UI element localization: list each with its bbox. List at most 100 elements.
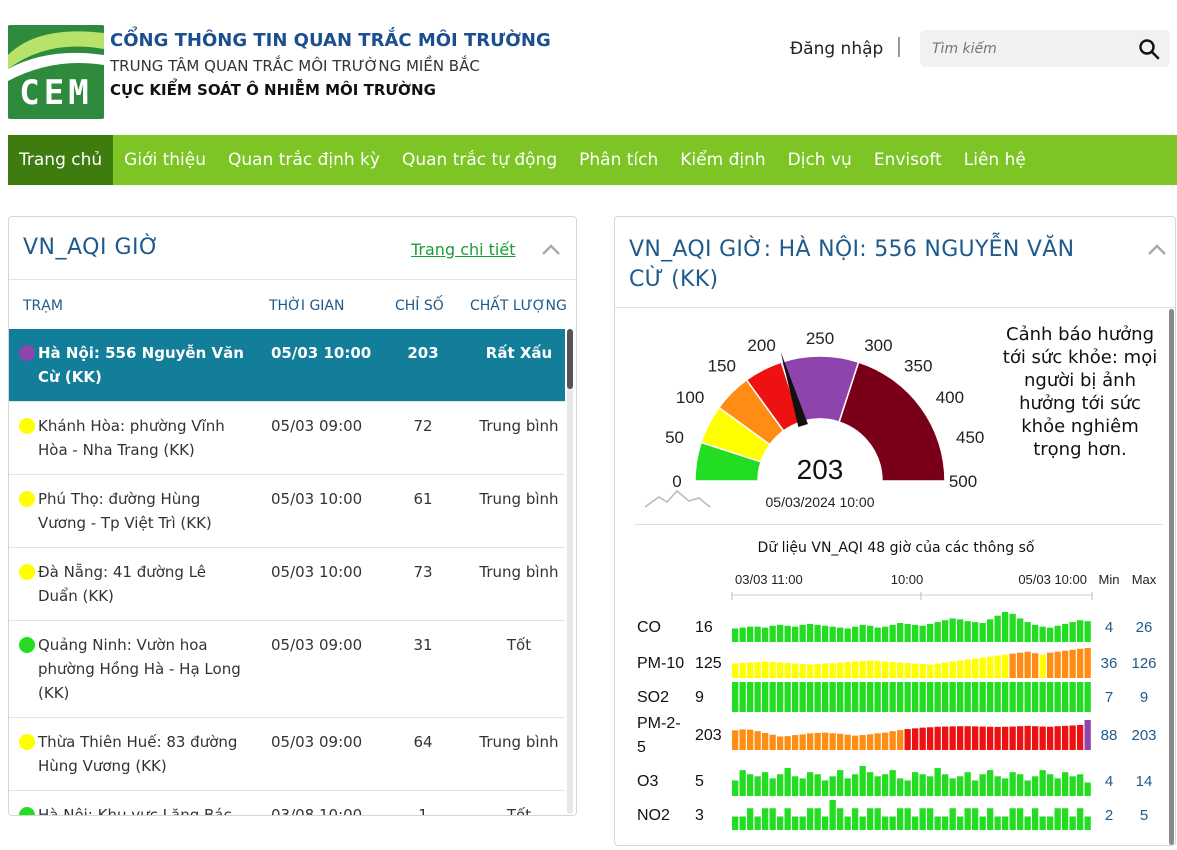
collapse-chevron-up-icon[interactable] — [541, 244, 561, 256]
aqi-bar[interactable] — [859, 682, 866, 712]
aqi-bar[interactable] — [1077, 724, 1084, 750]
aqi-bar[interactable] — [949, 661, 956, 678]
aqi-bar[interactable] — [904, 623, 911, 642]
aqi-bar[interactable] — [934, 622, 941, 642]
aqi-bar[interactable] — [987, 808, 994, 830]
aqi-bar[interactable] — [762, 808, 769, 830]
aqi-bar[interactable] — [889, 662, 896, 678]
aqi-bar[interactable] — [739, 770, 746, 796]
aqi-bar[interactable] — [912, 816, 919, 831]
aqi-bar[interactable] — [904, 808, 911, 830]
aqi-bar[interactable] — [747, 662, 754, 678]
aqi-bar[interactable] — [867, 682, 874, 712]
aqi-bar[interactable] — [919, 625, 926, 642]
aqi-bar[interactable] — [1024, 622, 1031, 642]
aqi-bar[interactable] — [874, 776, 881, 796]
aqi-bar[interactable] — [747, 626, 754, 642]
aqi-bar[interactable] — [852, 682, 859, 712]
aqi-bar[interactable] — [979, 623, 986, 642]
aqi-bar[interactable] — [957, 619, 964, 642]
aqi-bar[interactable] — [964, 621, 971, 642]
aqi-bar[interactable] — [814, 664, 821, 678]
aqi-bar[interactable] — [814, 774, 821, 796]
aqi-bar[interactable] — [777, 736, 784, 751]
aqi-bar[interactable] — [912, 772, 919, 796]
aqi-bar[interactable] — [1039, 816, 1046, 831]
aqi-bar[interactable] — [799, 624, 806, 642]
aqi-bar[interactable] — [889, 770, 896, 796]
aqi-bar[interactable] — [904, 682, 911, 712]
aqi-bar[interactable] — [807, 682, 814, 712]
aqi-bar[interactable] — [934, 682, 941, 712]
aqi-bar[interactable] — [882, 816, 889, 831]
aqi-bar[interactable] — [777, 816, 784, 831]
aqi-bar[interactable] — [964, 808, 971, 830]
table-row[interactable]: Phú Thọ: đường Hùng Vương - Tp Việt Trì … — [9, 475, 565, 548]
aqi-bar[interactable] — [987, 682, 994, 712]
aqi-bar[interactable] — [1002, 654, 1009, 678]
aqi-bar[interactable] — [1054, 682, 1061, 712]
detail-page-link[interactable]: Trang chi tiết — [411, 240, 516, 259]
aqi-bar[interactable] — [949, 808, 956, 830]
aqi-bar[interactable] — [754, 816, 761, 831]
aqi-bar[interactable] — [957, 816, 964, 831]
aqi-bar[interactable] — [844, 778, 851, 796]
aqi-bar[interactable] — [1047, 816, 1054, 831]
aqi-bar[interactable] — [777, 662, 784, 678]
aqi-bar[interactable] — [1084, 682, 1091, 712]
aqi-bar[interactable] — [784, 736, 791, 750]
list-scrollbar[interactable] — [567, 329, 573, 814]
aqi-bar[interactable] — [912, 663, 919, 678]
aqi-bar[interactable] — [739, 663, 746, 678]
aqi-bar[interactable] — [897, 623, 904, 642]
aqi-bar[interactable] — [987, 619, 994, 642]
aqi-bar[interactable] — [972, 658, 979, 678]
aqi-bar[interactable] — [1047, 652, 1054, 678]
aqi-bar[interactable] — [919, 727, 926, 750]
aqi-bar[interactable] — [747, 808, 754, 830]
login-link[interactable]: Đăng nhập — [790, 39, 883, 59]
aqi-bar[interactable] — [807, 772, 814, 796]
aqi-bar[interactable] — [1077, 682, 1084, 712]
aqi-bar[interactable] — [994, 615, 1001, 642]
table-row[interactable]: Hà Nội: Khu vực Lăng Bác 03/08 10:00 1 T… — [9, 791, 565, 815]
aqi-bar[interactable] — [882, 626, 889, 642]
aqi-bar[interactable] — [964, 682, 971, 712]
aqi-bar[interactable] — [1077, 774, 1084, 796]
aqi-bar[interactable] — [792, 735, 799, 750]
aqi-bar[interactable] — [942, 620, 949, 642]
aqi-bar[interactable] — [837, 770, 844, 796]
aqi-bar[interactable] — [1054, 778, 1061, 796]
aqi-bar[interactable] — [927, 776, 934, 796]
aqi-bar[interactable] — [1024, 725, 1031, 750]
aqi-bar[interactable] — [822, 732, 829, 750]
aqi-bar[interactable] — [769, 625, 776, 642]
aqi-bar[interactable] — [1002, 816, 1009, 831]
aqi-bar[interactable] — [792, 816, 799, 831]
aqi-bar[interactable] — [769, 778, 776, 796]
aqi-bar[interactable] — [1047, 774, 1054, 796]
aqi-bar[interactable] — [769, 682, 776, 712]
nav-envisoft[interactable]: Envisoft — [863, 135, 953, 185]
aqi-bar[interactable] — [1017, 652, 1024, 678]
aqi-bar[interactable] — [964, 659, 971, 678]
aqi-bar[interactable] — [792, 626, 799, 642]
aqi-bar[interactable] — [799, 664, 806, 678]
aqi-bar[interactable] — [1017, 808, 1024, 830]
aqi-bar[interactable] — [1039, 770, 1046, 796]
aqi-bar[interactable] — [882, 661, 889, 678]
aqi-bar[interactable] — [1017, 726, 1024, 750]
aqi-bar[interactable] — [1069, 682, 1076, 712]
aqi-bar[interactable] — [987, 726, 994, 750]
aqi-bar[interactable] — [904, 663, 911, 678]
aqi-bar[interactable] — [747, 682, 754, 712]
aqi-bar[interactable] — [1032, 726, 1039, 750]
aqi-bar[interactable] — [949, 726, 956, 750]
aqi-bar[interactable] — [829, 776, 836, 796]
aqi-bar[interactable] — [874, 627, 881, 642]
aqi-bar[interactable] — [1024, 682, 1031, 712]
nav-periodic-monitoring[interactable]: Quan trắc định kỳ — [217, 135, 391, 185]
aqi-bar[interactable] — [1009, 613, 1016, 642]
aqi-bar[interactable] — [777, 774, 784, 796]
aqi-bar[interactable] — [1032, 776, 1039, 796]
